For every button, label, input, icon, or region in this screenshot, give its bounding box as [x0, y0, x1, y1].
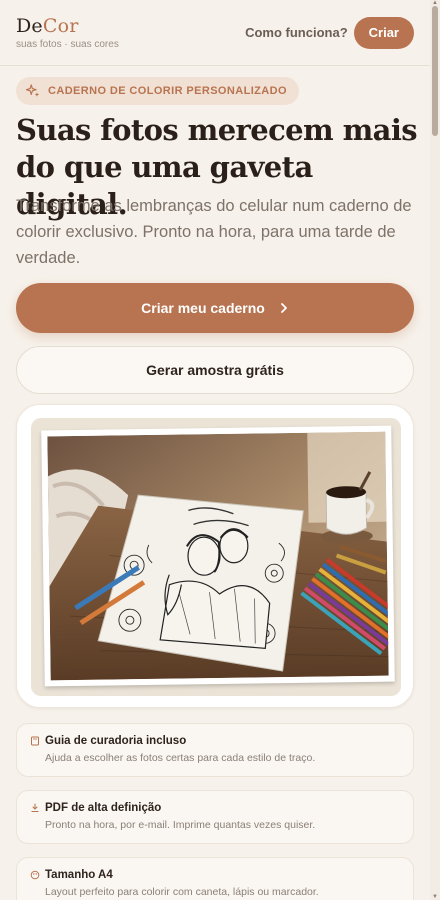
download-icon	[31, 803, 39, 812]
feature-title: PDF de alta definição	[45, 802, 162, 814]
brand[interactable]: DeCor suas fotos · suas cores	[16, 15, 119, 50]
hero-badge-label: CADERNO DE COLORIR PERSONALIZADO	[48, 85, 287, 97]
nav: Como funciona? Criar	[245, 16, 414, 49]
feature-description: Ajuda a escolher as fotos certas para ca…	[45, 752, 316, 764]
brand-tagline: suas fotos · suas cores	[16, 39, 119, 50]
preview-card	[16, 404, 414, 708]
create-notebook-label: Criar meu caderno	[141, 300, 265, 316]
book-icon	[31, 736, 39, 746]
create-notebook-button[interactable]: Criar meu caderno	[16, 283, 414, 333]
chevron-right-icon	[280, 303, 287, 313]
scroll-down-arrow-icon[interactable]: ▼	[432, 894, 438, 900]
free-sample-button[interactable]: Gerar amostra grátis	[16, 346, 414, 394]
brand-name-part1: De	[16, 15, 43, 37]
feature-a4-size: Tamanho A4 Layout perfeito para colorir …	[16, 857, 414, 900]
header: DeCor suas fotos · suas cores Como funci…	[0, 0, 440, 66]
hero-badge: CADERNO DE COLORIR PERSONALIZADO	[16, 77, 299, 105]
feature-title: Tamanho A4	[45, 869, 113, 881]
coloring-book-illustration	[47, 431, 389, 681]
how-it-works-link[interactable]: Como funciona?	[245, 25, 348, 40]
palette-icon	[30, 870, 40, 880]
sparkles-icon	[26, 84, 40, 97]
scrollbar-thumb[interactable]	[432, 6, 438, 136]
feature-description: Pronto na hora, por e-mail. Imprime quan…	[45, 819, 316, 831]
feature-title: Guia de curadoria incluso	[45, 735, 187, 747]
hero-subtitle: Transforme as lembranças do celular num …	[16, 197, 412, 267]
feature-description: Layout perfeito para colorir com caneta,…	[45, 886, 319, 898]
feature-hd-pdf: PDF de alta definição Pronto na hora, po…	[16, 790, 414, 844]
brand-name-part2: Cor	[42, 15, 79, 37]
create-button[interactable]: Criar	[353, 16, 414, 49]
feature-curation-guide: Guia de curadoria incluso Ajuda a escolh…	[16, 723, 414, 777]
preview-photo	[41, 425, 395, 687]
preview-frame	[31, 418, 401, 696]
scrollbar[interactable]: ▲ ▼	[430, 0, 440, 900]
brand-logo[interactable]: DeCor	[16, 15, 119, 37]
